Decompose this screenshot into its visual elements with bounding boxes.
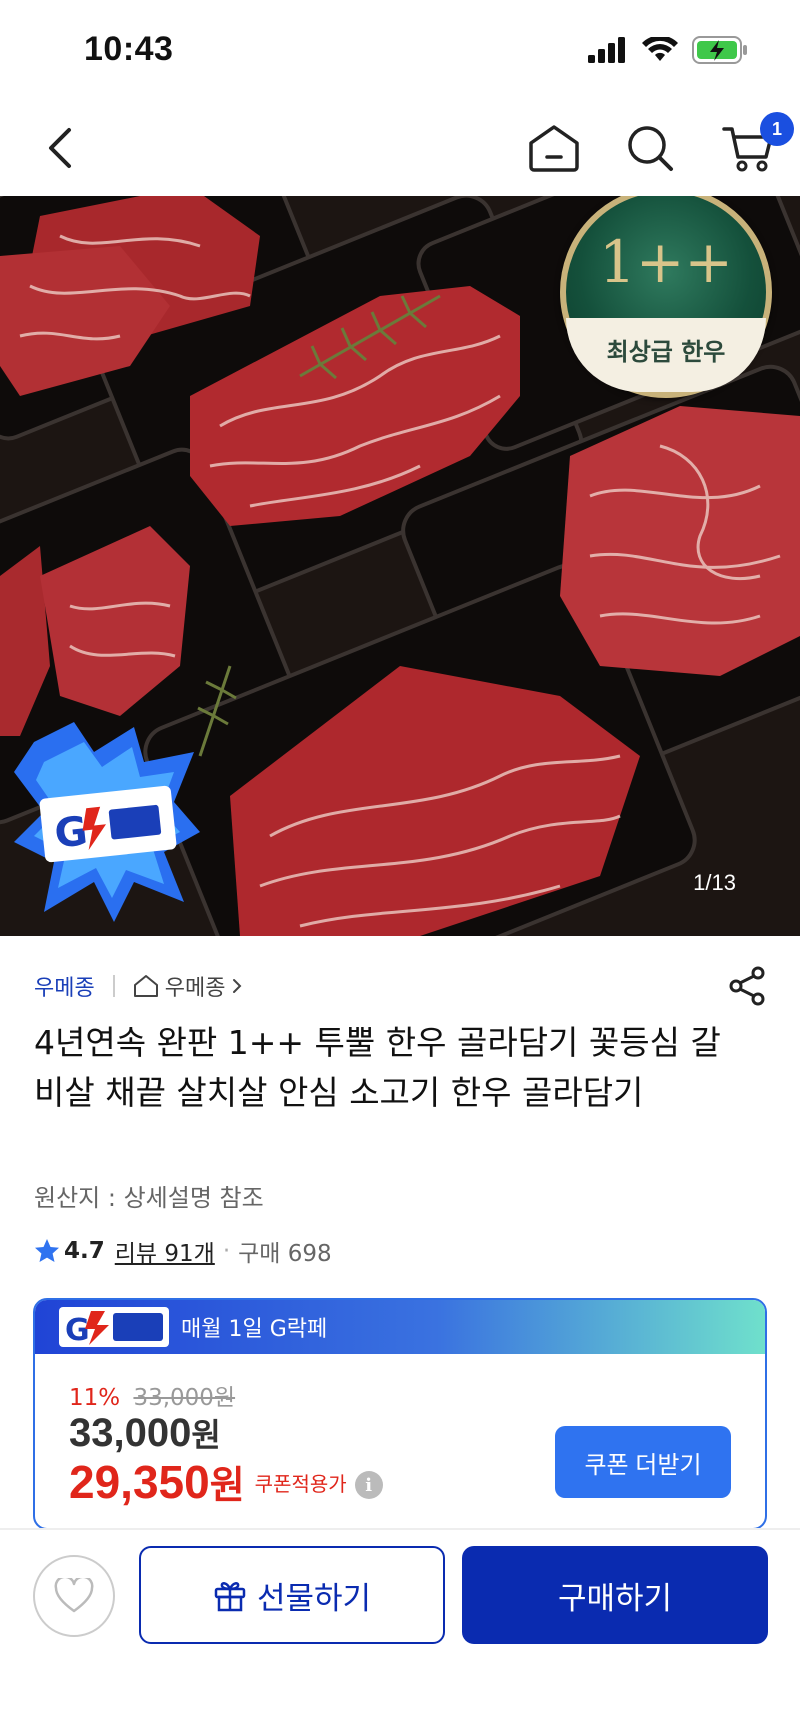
- image-counter: 1/13: [693, 870, 736, 895]
- coupon-price-number: 29,350: [69, 1456, 210, 1508]
- gift-button-label: 선물하기: [256, 1580, 372, 1617]
- divider: [112, 975, 115, 997]
- home-icon: [529, 125, 579, 172]
- chevron-right-icon: [233, 979, 242, 993]
- rating-row: 4.7 리뷰 91개 · 구매 698: [34, 1234, 332, 1268]
- seller-link[interactable]: 우메종: [34, 970, 95, 1002]
- home-button[interactable]: [522, 116, 586, 180]
- review-link[interactable]: 리뷰 91개: [115, 1234, 215, 1268]
- back-button[interactable]: [30, 118, 90, 178]
- gift-button[interactable]: 선물하기: [139, 1546, 445, 1644]
- status-bar: 10:43: [0, 0, 800, 100]
- cart-count-badge: 1: [760, 112, 794, 146]
- signal-icon: [588, 37, 625, 63]
- store-link[interactable]: 우메종: [133, 970, 244, 1002]
- svg-text:G: G: [52, 808, 89, 857]
- chevron-left-icon: [49, 128, 71, 168]
- info-icon[interactable]: i: [354, 1471, 383, 1499]
- wishlist-button[interactable]: [33, 1555, 115, 1637]
- coupon-price-unit: 원: [209, 1463, 245, 1507]
- star-icon: [35, 1239, 59, 1262]
- share-icon: [729, 966, 765, 1006]
- separator-dot: ·: [222, 1238, 231, 1264]
- rating-value: 4.7: [64, 1238, 105, 1264]
- store-home-icon: [133, 975, 158, 997]
- origin-info: 원산지 : 상세설명 참조: [34, 1184, 264, 1212]
- product-title: 4년연속 완판 1++ 투뿔 한우 골라담기 꽃등심 갈비살 채끝 살치살 안심…: [34, 1023, 721, 1112]
- wifi-icon: [642, 37, 678, 61]
- seller-row: 우메종 우메종: [34, 968, 243, 1004]
- top-nav: 1: [0, 100, 800, 196]
- discount-rate: 11%: [69, 1385, 121, 1411]
- promo-header-text: 매월 1일 G락페: [181, 1317, 328, 1342]
- discount-row: 11% 33,000원: [69, 1378, 235, 1412]
- sale-price-unit: 원: [191, 1416, 221, 1454]
- bottom-bar-divider: [0, 1528, 800, 1530]
- status-time: 10:43: [84, 30, 174, 68]
- purchase-count: 구매 698: [238, 1241, 332, 1267]
- buy-button[interactable]: 구매하기: [462, 1546, 768, 1644]
- grade-badge: 1++ 최상급 한우: [560, 196, 772, 398]
- sale-price-number: 33,000: [69, 1411, 192, 1455]
- search-button[interactable]: [618, 116, 682, 180]
- grade-badge-grade: 1++: [598, 228, 734, 296]
- g-rakpe-logo-icon: G: [59, 1307, 169, 1348]
- g-rakpe-sticker-icon: G: [14, 722, 200, 922]
- search-icon: [628, 126, 673, 171]
- product-image-carousel[interactable]: 1++ 최상급 한우 G 1/13: [0, 196, 800, 936]
- more-coupons-button[interactable]: 쿠폰 더받기: [555, 1426, 731, 1498]
- sale-price: 33,000원: [69, 1410, 221, 1456]
- store-name: 우메종: [164, 976, 226, 1001]
- battery-charging-icon: [692, 36, 747, 64]
- original-price: 33,000원: [133, 1385, 236, 1411]
- cart-button[interactable]: 1: [716, 112, 794, 180]
- coupon-price: 29,350원: [69, 1454, 245, 1509]
- coupon-price-row: 29,350원 쿠폰적용가 i: [69, 1454, 383, 1509]
- promo-header: G 매월 1일 G락페: [35, 1300, 765, 1354]
- svg-text:G: G: [65, 1313, 90, 1348]
- heart-icon: [54, 1578, 94, 1613]
- share-button[interactable]: [726, 964, 770, 1008]
- gift-icon: [214, 1582, 246, 1612]
- status-icons: [588, 36, 748, 64]
- coupon-price-label: 쿠폰적용가: [254, 1472, 347, 1496]
- promo-price-box: G 매월 1일 G락페 11% 33,000원 33,000원 29,350원 …: [33, 1298, 767, 1530]
